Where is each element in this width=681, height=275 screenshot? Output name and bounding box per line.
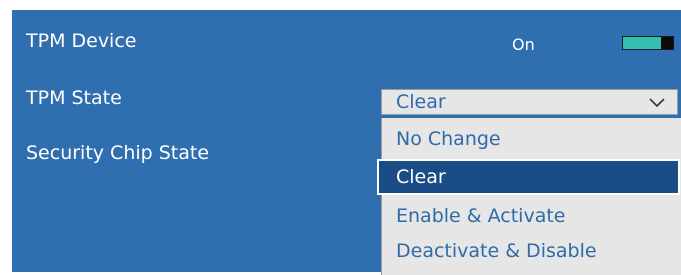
option-label: Deactivate & Disable xyxy=(396,240,597,262)
option-deactivate-disable[interactable]: Deactivate & Disable xyxy=(382,234,681,270)
tpm-device-label: TPM Device xyxy=(26,30,137,52)
option-label: Enable & Activate xyxy=(396,205,566,227)
chevron-down-icon[interactable] xyxy=(649,95,665,109)
tpm-device-toggle[interactable] xyxy=(622,36,674,50)
option-label: No Change xyxy=(396,128,501,150)
option-clear[interactable]: Clear xyxy=(377,159,680,195)
tpm-state-select[interactable]: Clear xyxy=(381,89,678,115)
option-enable-activate[interactable]: Enable & Activate xyxy=(382,199,681,235)
option-label: Clear xyxy=(396,166,446,188)
tpm-state-selected-value: Clear xyxy=(396,91,446,113)
toggle-knob xyxy=(661,37,673,49)
tpm-device-status: On xyxy=(512,35,535,54)
option-no-change[interactable]: No Change xyxy=(382,122,681,158)
security-chip-state-label: Security Chip State xyxy=(26,142,210,164)
tpm-state-dropdown-list: No Change Clear Enable & Activate Deacti… xyxy=(377,118,681,275)
tpm-state-label: TPM State xyxy=(26,87,122,109)
